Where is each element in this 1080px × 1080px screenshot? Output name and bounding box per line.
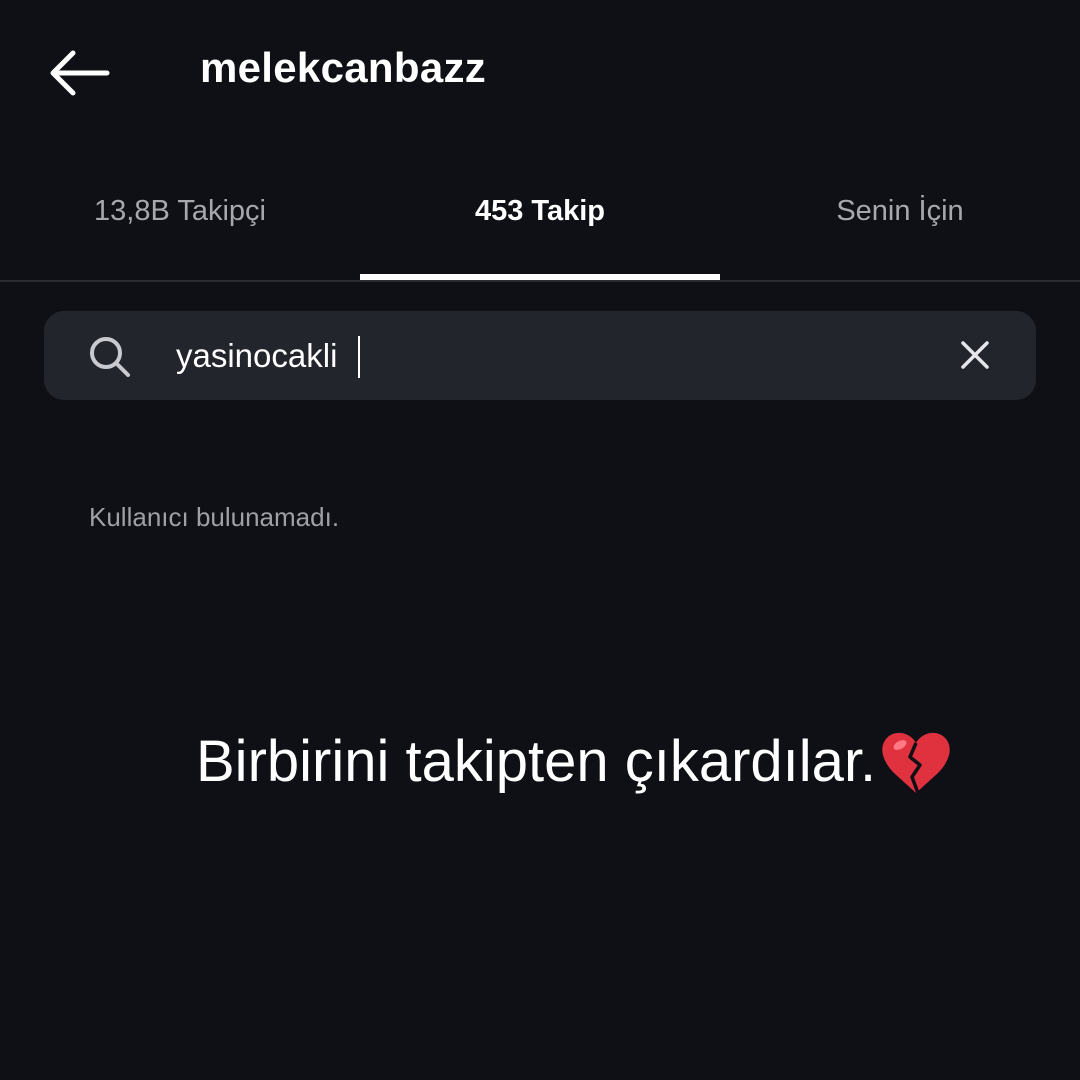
back-button[interactable]: [42, 46, 114, 100]
follow-tabs: 13,8B Takipçi 453 Takip Senin İçin: [0, 172, 1080, 282]
no-results-message: Kullanıcı bulunamadı.: [89, 502, 340, 532]
close-icon: [961, 341, 989, 369]
tab-followers[interactable]: 13,8B Takipçi: [0, 172, 360, 278]
tab-for-you[interactable]: Senin İçin: [720, 172, 1080, 278]
header: melekcanbazz: [0, 0, 1080, 140]
text-cursor: [358, 336, 360, 378]
search-input[interactable]: [176, 330, 916, 382]
search-icon: [90, 337, 130, 377]
overlay-caption: Birbirini takipten çıkardılar.: [196, 728, 952, 795]
profile-username: melekcanbazz: [200, 44, 487, 91]
broken-heart-icon: [882, 732, 950, 794]
clear-search-button[interactable]: [952, 332, 998, 378]
caption-text: Birbirini takipten çıkardılar.: [196, 729, 877, 794]
arrow-left-icon: [50, 50, 110, 96]
tab-following[interactable]: 453 Takip: [360, 172, 720, 280]
profile-following-screen: melekcanbazz 13,8B Takipçi 453 Takip Sen…: [0, 0, 1080, 1080]
